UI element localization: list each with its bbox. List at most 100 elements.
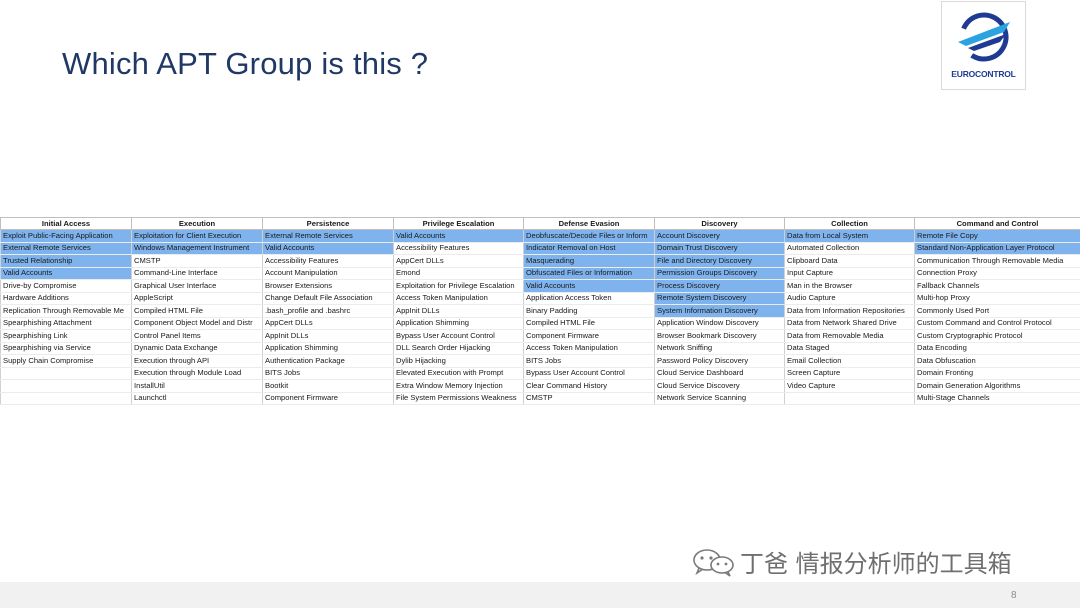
technique-cell: Dylib Hijacking xyxy=(393,354,524,368)
technique-cell: Remote System Discovery xyxy=(654,292,785,305)
technique-cell: Graphical User Interface xyxy=(131,279,263,293)
technique-cell: InstallUtil xyxy=(131,379,263,393)
technique-cell: Bypass User Account Control xyxy=(393,329,524,343)
technique-cell: Windows Management Instrument xyxy=(131,242,263,255)
matrix-column-header: Command and Control xyxy=(914,217,1080,230)
technique-cell: Compiled HTML File xyxy=(131,304,263,318)
technique-cell: Cloud Service Dashboard xyxy=(654,367,785,380)
technique-cell: Obfuscated Files or Information xyxy=(523,267,655,280)
technique-cell: Automated Collection xyxy=(784,242,915,255)
technique-cell: Audio Capture xyxy=(784,292,915,305)
technique-cell: Video Capture xyxy=(784,379,915,393)
technique-cell: Permission Groups Discovery xyxy=(654,267,785,280)
technique-cell: Emond xyxy=(393,267,524,280)
matrix-row: InstallUtil Bootkit Extra Window Memory In… xyxy=(0,379,1080,393)
technique-cell: AppCert DLLs xyxy=(393,254,524,268)
technique-cell: Authentication Package xyxy=(262,354,394,368)
technique-cell: Execution through API xyxy=(131,354,263,368)
technique-cell: Bypass User Account Control xyxy=(523,367,655,380)
technique-cell: File and Directory Discovery xyxy=(654,254,785,268)
matrix-row: Spearphishing via Service Dynamic Data Ex… xyxy=(0,342,1080,355)
technique-cell: Component Firmware xyxy=(262,392,394,405)
technique-cell: Execution through Module Load xyxy=(131,367,263,380)
logo-wordmark: EUROCONTROL xyxy=(951,69,1016,79)
matrix-row: Supply Chain Compromise Execution through… xyxy=(0,354,1080,368)
technique-cell: Domain Trust Discovery xyxy=(654,242,785,255)
technique-cell: Process Discovery xyxy=(654,279,785,293)
technique-cell: Application Window Discovery xyxy=(654,317,785,330)
technique-cell: Replication Through Removable Me xyxy=(0,304,132,318)
technique-cell: External Remote Services xyxy=(0,242,132,255)
technique-cell: Supply Chain Compromise xyxy=(0,354,132,368)
technique-cell: Change Default File Association xyxy=(262,292,394,305)
technique-cell xyxy=(784,392,915,405)
technique-cell: Input Capture xyxy=(784,267,915,280)
technique-cell: Data from Local System xyxy=(784,229,915,243)
technique-cell: Deobfuscate/Decode Files or Inform xyxy=(523,229,655,243)
technique-cell: Hardware Additions xyxy=(0,292,132,305)
technique-cell: Dynamic Data Exchange xyxy=(131,342,263,355)
matrix-column-header: Collection xyxy=(784,217,915,230)
matrix-column-header: Initial Access xyxy=(0,217,132,230)
technique-cell: Command-Line Interface xyxy=(131,267,263,280)
matrix-row: Hardware Additions AppleScript Change Defa… xyxy=(0,292,1080,305)
matrix-column-header: Persistence xyxy=(262,217,394,230)
eurocontrol-emblem-icon xyxy=(958,12,1010,62)
technique-cell: Spearphishing via Service xyxy=(0,342,132,355)
technique-cell: Connection Proxy xyxy=(914,267,1080,280)
technique-cell: System Information Discovery xyxy=(654,304,785,318)
technique-cell: Exploit Public-Facing Application xyxy=(0,229,132,243)
technique-cell: Valid Accounts xyxy=(523,279,655,293)
technique-cell: Access Token Manipulation xyxy=(523,342,655,355)
technique-cell: Accessibility Features xyxy=(262,254,394,268)
technique-cell: Network Sniffing xyxy=(654,342,785,355)
slide-title: Which APT Group is this ? xyxy=(62,46,429,81)
eurocontrol-logo: EUROCONTROL xyxy=(941,1,1026,90)
technique-cell: Spearphishing Link xyxy=(0,329,132,343)
technique-cell: Compiled HTML File xyxy=(523,317,655,330)
technique-cell: AppInit DLLs xyxy=(393,304,524,318)
technique-cell: CMSTP xyxy=(523,392,655,405)
technique-cell: Screen Capture xyxy=(784,367,915,380)
technique-cell: Custom Cryptographic Protocol xyxy=(914,329,1080,343)
technique-cell: Fallback Channels xyxy=(914,279,1080,293)
attack-matrix-table: Initial Access Execution Persistence Privil… xyxy=(0,217,1080,405)
technique-cell xyxy=(0,392,132,405)
matrix-column-header: Privilege Escalation xyxy=(393,217,524,230)
technique-cell: Valid Accounts xyxy=(262,242,394,255)
technique-cell: Standard Non-Application Layer Protocol xyxy=(914,242,1080,255)
technique-cell: Launchctl xyxy=(131,392,263,405)
technique-cell: CMSTP xyxy=(131,254,263,268)
wechat-icon xyxy=(693,548,734,577)
technique-cell: Spearphishing Attachment xyxy=(0,317,132,330)
technique-cell: Remote File Copy xyxy=(914,229,1080,243)
technique-cell: DLL Search Order Hijacking xyxy=(393,342,524,355)
matrix-header-row: Initial Access Execution Persistence Privil… xyxy=(0,217,1080,230)
watermark-text: 丁爸 情报分析师的工具箱 xyxy=(740,550,1012,578)
technique-cell: Exploitation for Client Execution xyxy=(131,229,263,243)
technique-cell: Extra Window Memory Injection xyxy=(393,379,524,393)
technique-cell: Account Discovery xyxy=(654,229,785,243)
technique-cell: Man in the Browser xyxy=(784,279,915,293)
technique-cell: Control Panel Items xyxy=(131,329,263,343)
technique-cell: Bootkit xyxy=(262,379,394,393)
technique-cell: Commonly Used Port xyxy=(914,304,1080,318)
technique-cell: AppleScript xyxy=(131,292,263,305)
technique-cell: Network Service Scanning xyxy=(654,392,785,405)
matrix-row: Launchctl Component Firmware File System P… xyxy=(0,392,1080,405)
technique-cell: Valid Accounts xyxy=(393,229,524,243)
footer-band xyxy=(0,582,1080,608)
matrix-row: Spearphishing Link Control Panel Items App… xyxy=(0,329,1080,343)
technique-cell: Binary Padding xyxy=(523,304,655,318)
technique-cell: Access Token Manipulation xyxy=(393,292,524,305)
technique-cell: Component Object Model and Distr xyxy=(131,317,263,330)
technique-cell xyxy=(0,367,132,380)
technique-cell: Valid Accounts xyxy=(0,267,132,280)
technique-cell: Communication Through Removable Media xyxy=(914,254,1080,268)
technique-cell: Clear Command History xyxy=(523,379,655,393)
technique-cell: File System Permissions Weakness xyxy=(393,392,524,405)
matrix-row: Valid Accounts Command-Line Interface Acco… xyxy=(0,267,1080,280)
page-number: 8 xyxy=(1011,590,1017,601)
matrix-column-header: Execution xyxy=(131,217,263,230)
technique-cell: Password Policy Discovery xyxy=(654,354,785,368)
